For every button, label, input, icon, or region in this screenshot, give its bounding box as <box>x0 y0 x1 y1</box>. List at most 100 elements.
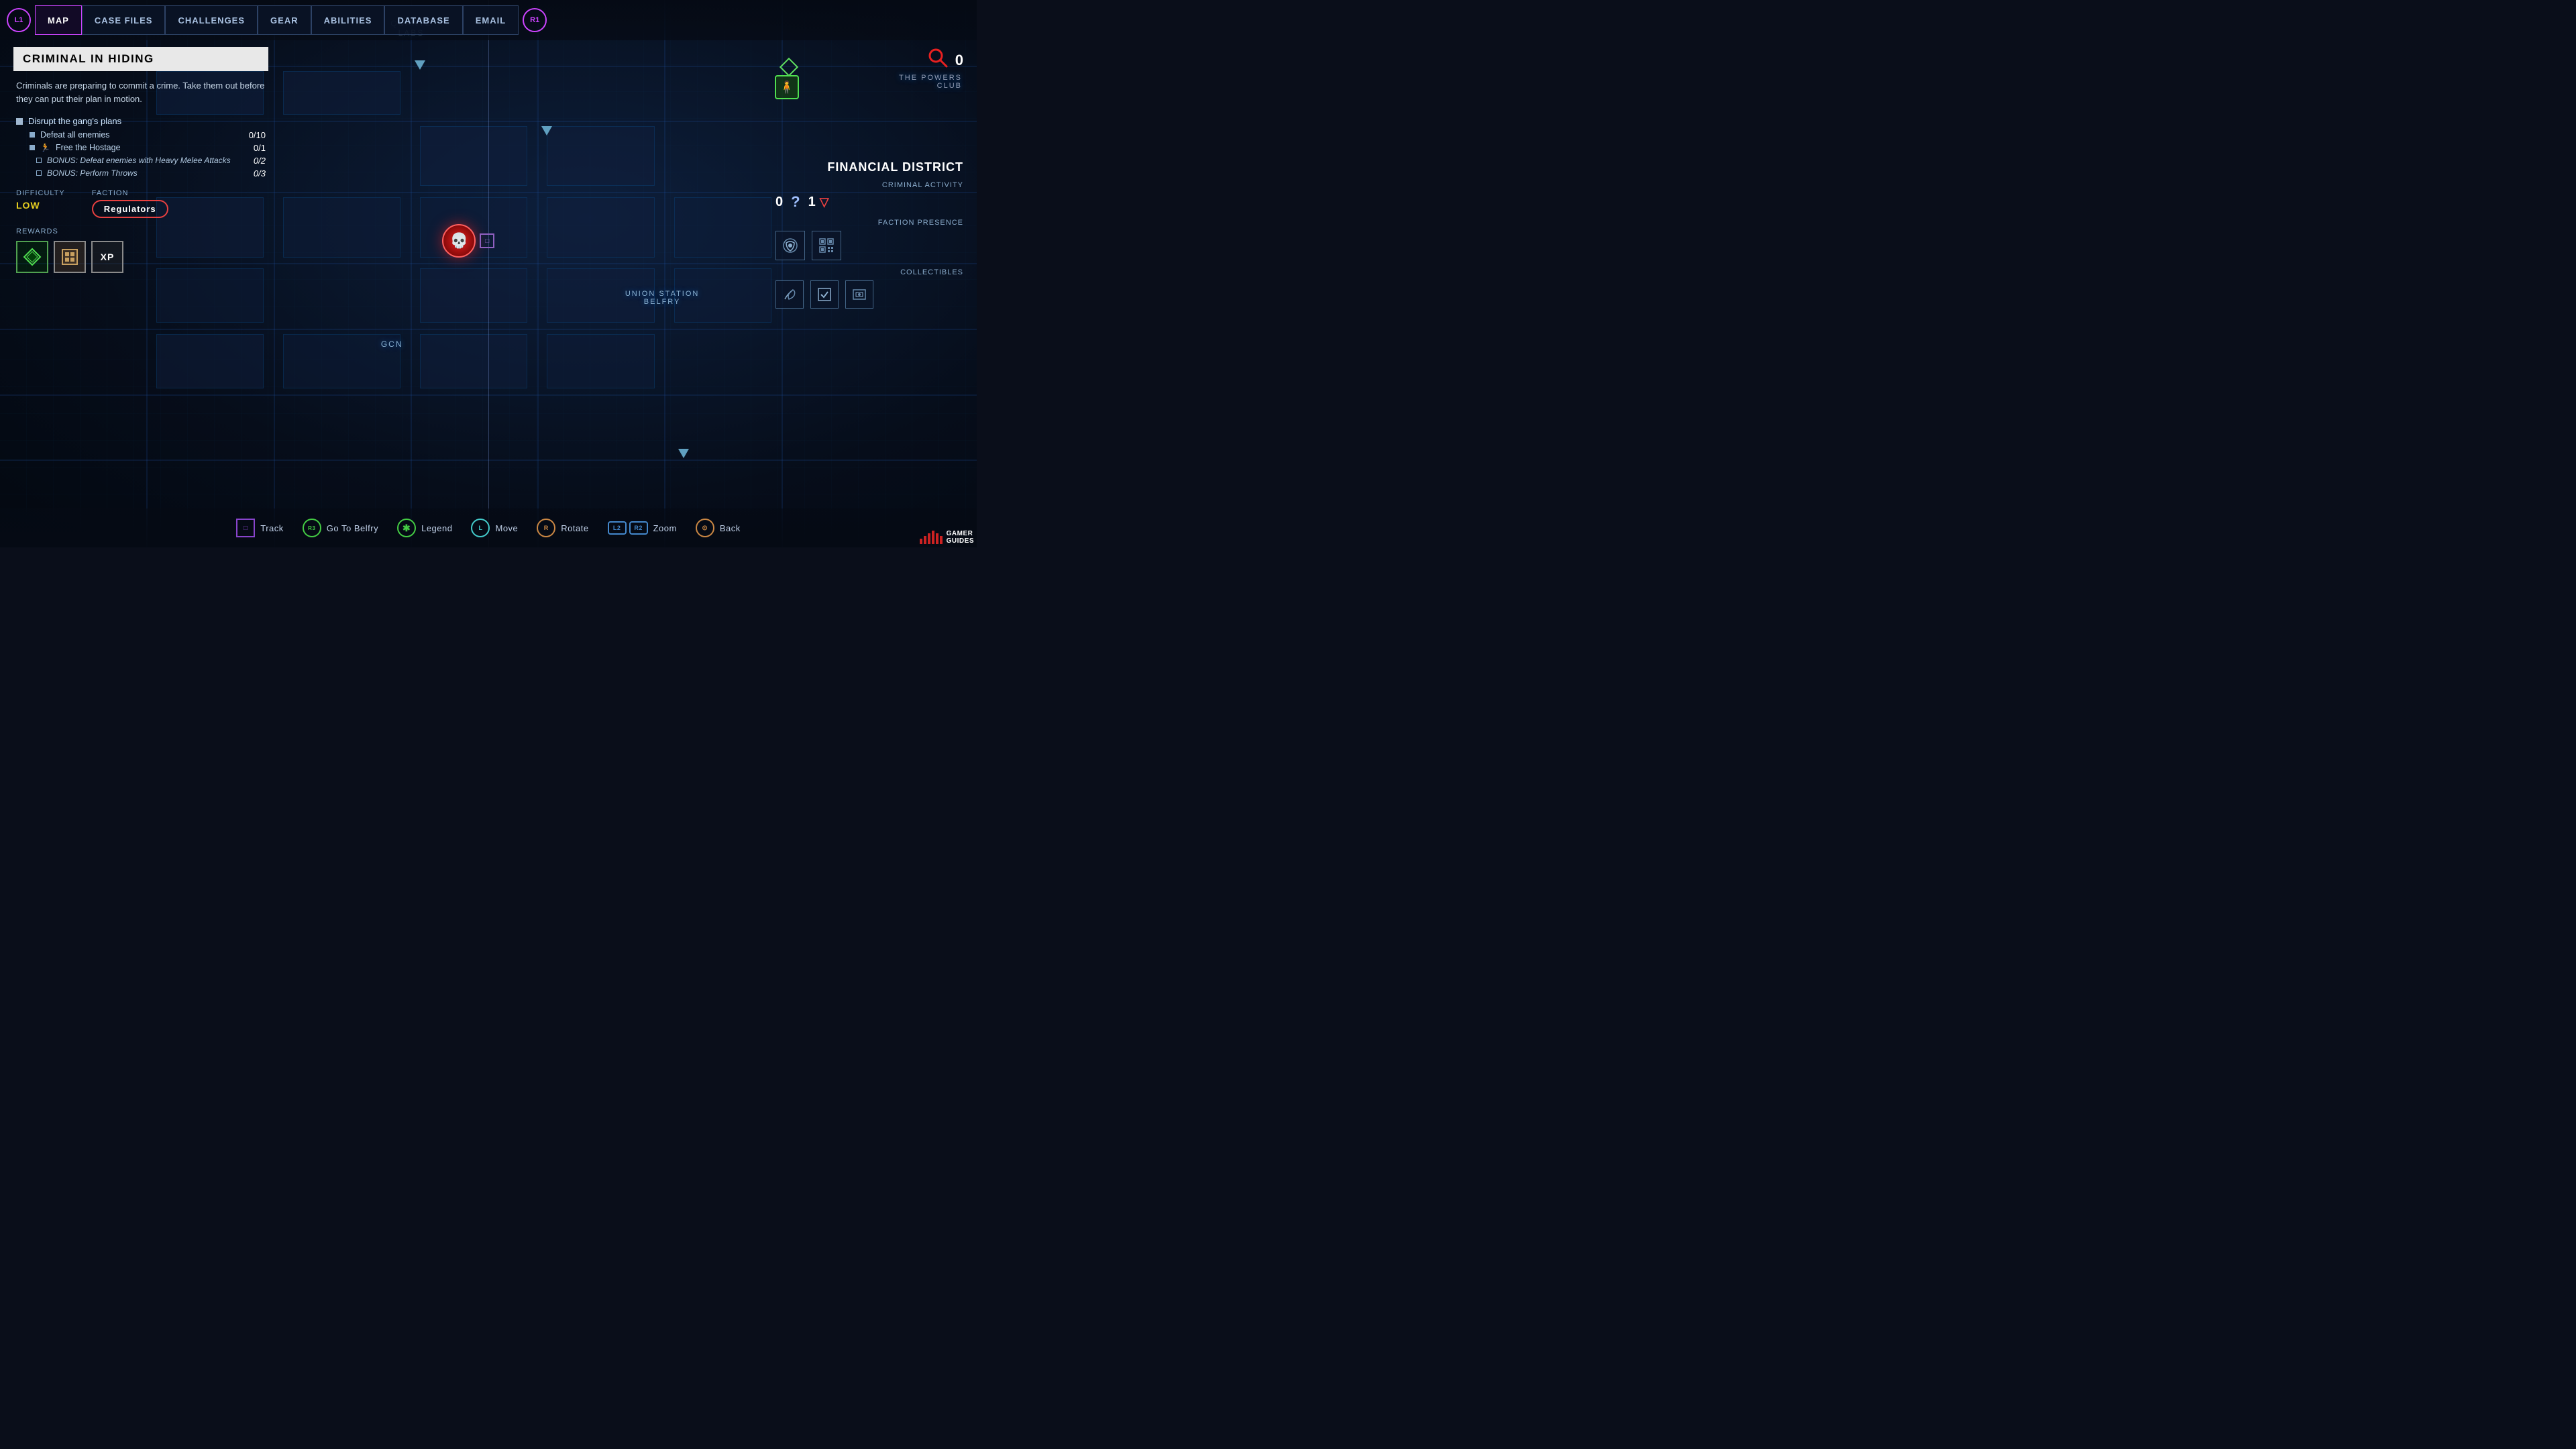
tab-case-files-label: CASE FILES <box>95 15 153 25</box>
bar-4 <box>932 531 934 544</box>
sub-objective-1: Defeat all enemies 0/10 <box>30 130 266 140</box>
sub2-bullet <box>30 145 35 150</box>
bar-2 <box>924 536 926 544</box>
bar-5 <box>936 533 938 544</box>
bonus2-count: 0/3 <box>254 168 266 178</box>
main-objective: Disrupt the gang's plans <box>16 116 266 126</box>
sub-objective-2: 🏃 Free the Hostage 0/1 <box>30 143 266 153</box>
bar-3 <box>928 533 930 544</box>
tab-email[interactable]: EMAIL <box>463 5 519 35</box>
tab-database[interactable]: DATABASE <box>384 5 462 35</box>
sub1-label: Defeat all enemies <box>40 130 110 140</box>
tab-case-files[interactable]: CASE FILES <box>82 5 166 35</box>
rewards-icons: XP <box>16 241 266 273</box>
bonus1-bullet <box>36 158 42 163</box>
bonus2-bullet <box>36 170 42 176</box>
tab-abilities[interactable]: ABILITIES <box>311 5 385 35</box>
action-zoom[interactable]: L2 R2 Zoom <box>608 521 677 535</box>
search-count: 0 <box>955 52 963 69</box>
district-name: FINANCIAL DISTRICT <box>775 160 963 174</box>
move-label: Move <box>495 523 518 533</box>
back-label: Back <box>720 523 741 533</box>
r3-button: R3 <box>303 519 321 537</box>
tab-email-label: EMAIL <box>476 15 506 25</box>
search-area: 0 <box>775 47 963 73</box>
meta-row: DIFFICULTY LOW FACTION Regulators <box>13 189 268 218</box>
ca-question: ? <box>791 193 800 211</box>
sub2-count: 0/1 <box>254 143 266 153</box>
objectives-list: Disrupt the gang's plans Defeat all enem… <box>13 116 268 178</box>
panel-description: Criminals are preparing to commit a crim… <box>13 79 268 105</box>
rewards-label: Rewards <box>16 227 266 235</box>
square-button-marker: □ <box>480 233 494 248</box>
tab-gear[interactable]: GEAR <box>258 5 311 35</box>
r1-trigger[interactable]: R1 <box>523 8 547 32</box>
action-move[interactable]: L Move <box>471 519 518 537</box>
rewards-section: Rewards XP <box>13 227 268 273</box>
navigation-bar: L1 MAP CASE FILES CHALLENGES GEAR ABILIT… <box>0 0 977 40</box>
player-skull-icon: 💀 <box>442 224 476 258</box>
reward-money-icon <box>16 241 48 273</box>
collectible-icon-3 <box>845 280 873 309</box>
collectible-icon-1 <box>775 280 804 309</box>
collectibles-icons <box>775 280 963 309</box>
reward-xp-icon: XP <box>91 241 123 273</box>
faction-label: FACTION <box>92 189 168 197</box>
activity-panel: CRIMINAL IN HIDING Criminals are prepari… <box>13 47 268 273</box>
zoom-buttons: L2 R2 <box>608 521 648 535</box>
difficulty-value: LOW <box>16 200 65 211</box>
collectible-icon-2 <box>810 280 839 309</box>
ca-zero: 0 <box>775 195 783 210</box>
faction-badge: Regulators <box>92 200 168 218</box>
bonus1-label: BONUS: Defeat enemies with Heavy Melee A… <box>47 156 231 165</box>
bonus2-label: BONUS: Perform Throws <box>47 168 138 178</box>
difficulty-label: DIFFICULTY <box>16 189 65 197</box>
left-stick-button: L <box>471 519 490 537</box>
main-obj-label: Disrupt the gang's plans <box>28 116 121 126</box>
tab-challenges[interactable]: CHALLENGES <box>165 5 258 35</box>
action-rotate[interactable]: R Rotate <box>537 519 588 537</box>
watermark-bars-icon <box>920 531 943 544</box>
bonus1-count: 0/2 <box>254 156 266 166</box>
zoom-label: Zoom <box>653 523 677 533</box>
bar-1 <box>920 539 922 544</box>
criminal-activity-label: Criminal Activity <box>775 181 963 189</box>
watermark: GAMER GUIDES <box>920 530 974 545</box>
l1-trigger[interactable]: L1 <box>7 8 31 32</box>
right-stick-button: R <box>537 519 555 537</box>
nav-marker-3 <box>678 449 689 458</box>
difficulty-block: DIFFICULTY LOW <box>16 189 65 218</box>
belfry-label: Go To Belfry <box>327 523 378 533</box>
player-marker: 💀 □ <box>442 224 476 258</box>
tab-map[interactable]: MAP <box>35 5 82 35</box>
faction-icon-1 <box>775 231 805 260</box>
bonus-objective-2: BONUS: Perform Throws 0/3 <box>36 168 266 178</box>
action-legend[interactable]: ✱ Legend <box>397 519 452 537</box>
track-label: Track <box>260 523 284 533</box>
faction-presence-icons <box>775 231 963 260</box>
union-station-label: UNION STATIONBELFRY <box>625 290 700 306</box>
district-panel: FINANCIAL DISTRICT Criminal Activity 0 ?… <box>775 160 963 309</box>
back-button: ⊙ <box>696 519 714 537</box>
action-back[interactable]: ⊙ Back <box>696 519 741 537</box>
ca-exclaim: 1 ▽ <box>808 195 829 210</box>
gcn-label: GCN <box>381 339 403 349</box>
tab-gear-label: GEAR <box>270 15 299 25</box>
action-track[interactable]: □ Track <box>236 519 284 537</box>
action-go-to-belfry[interactable]: R3 Go To Belfry <box>303 519 378 537</box>
faction-icon-2 <box>812 231 841 260</box>
nav-marker-1 <box>415 60 425 70</box>
tab-map-label: MAP <box>48 15 69 25</box>
l2-button: L2 <box>608 521 627 535</box>
nav-marker-2 <box>541 126 552 136</box>
ca-exclaim-count: 1 <box>808 195 816 210</box>
bottom-bar: □ Track R3 Go To Belfry ✱ Legend L Move … <box>0 508 977 547</box>
bonus-objective-1: BONUS: Defeat enemies with Heavy Melee A… <box>36 156 266 166</box>
tab-abilities-label: ABILITIES <box>324 15 372 25</box>
criminal-activity-row: 0 ? 1 ▽ <box>775 193 963 211</box>
panel-title: CRIMINAL IN HIDING <box>13 47 268 71</box>
right-panel: 0 FINANCIAL DISTRICT Criminal Activity 0… <box>775 47 963 309</box>
search-icon[interactable] <box>927 47 949 73</box>
r2-button: R2 <box>629 521 648 535</box>
legend-label: Legend <box>421 523 452 533</box>
